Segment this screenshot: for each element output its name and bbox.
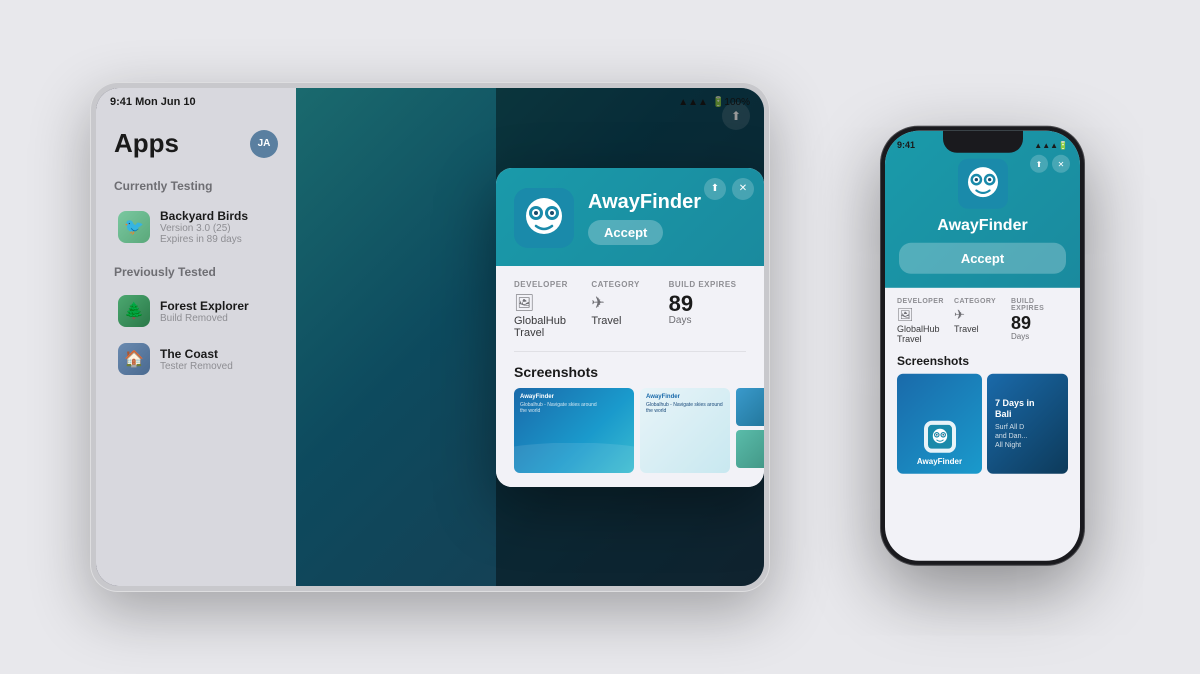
phone-device: 9:41 ▲▲▲🔋 ⬆ ✕ [880,126,1085,566]
modal-category-item: CATEGORY ✈ Travel [591,280,668,339]
phone-accept-button[interactable]: Accept [899,243,1066,274]
modal-category-icon: ✈ [591,293,668,313]
coast-status: Tester Removed [160,361,274,372]
phone-developer-value: GlobalHub Travel [897,324,954,344]
phone-ss-logo [924,421,956,453]
modal-header-actions: ⬆ ✕ [704,178,754,200]
phone-ss-2-sub: Surf All D and Dan... All Night [995,422,1060,449]
forest-explorer-name: Forest Explorer [160,299,274,313]
backyard-birds-expires: Expires in 89 days [160,234,274,245]
backyard-birds-info: Backyard Birds Version 3.0 (25) Expires … [160,209,274,245]
tablet-screen: Apps JA Currently Testing 🐦 Backyard Bir… [96,88,764,586]
modal-overlay: ⬆ ✕ [496,88,764,586]
phone-share-button[interactable]: ⬆ [1030,155,1048,173]
backyard-birds-icon: 🐦 [118,211,150,243]
screenshot-thumb-2: AwayFinder Globalhub - Navigate skies ar… [640,388,730,473]
forest-explorer-icon: 🌲 [118,295,150,327]
modal-share-button[interactable]: ⬆ [704,178,726,200]
screenshot-mini-2 [736,430,764,468]
app-detail-modal: ⬆ ✕ [496,168,764,487]
phone-build-days-unit: Days [1011,332,1068,341]
phone-screen: 9:41 ▲▲▲🔋 ⬆ ✕ [885,131,1080,561]
modal-build-expires-item: BUILD EXPIRES 89 Days [669,280,746,339]
modal-build-expires-label: BUILD EXPIRES [669,280,746,289]
phone-modal-actions: ⬆ ✕ [1030,155,1070,173]
phone-developer-item: DEVELOPER 🖼 GlobalHub Travel [897,298,954,344]
phone-category-label: CATEGORY [954,298,1011,305]
tablet-status-time: 9:41 Mon Jun 10 [110,96,196,108]
phone-build-days: 89 [1011,314,1068,332]
phone-developer-icon: 🖼 [897,307,954,323]
modal-developer-value: GlobalHub Travel [514,315,591,339]
modal-app-icon [514,188,574,248]
phone-app-name: AwayFinder [899,217,1066,235]
phone-screenshots-title: Screenshots [897,354,1068,368]
modal-category-label: CATEGORY [591,280,668,289]
backyard-birds-name: Backyard Birds [160,209,274,223]
modal-meta-row: DEVELOPER 🖼 GlobalHub Travel CATEGORY ✈ … [514,280,746,352]
modal-screenshots-row: AwayFinder Globalhub - Navigate skies ar… [514,388,746,473]
tablet-device: Apps JA Currently Testing 🐦 Backyard Bir… [90,82,770,592]
previously-tested-label: Previously Tested [114,265,278,279]
sidebar-item-backyard-birds[interactable]: 🐦 Backyard Birds Version 3.0 (25) Expire… [114,203,278,251]
modal-accept-button[interactable]: Accept [588,220,663,245]
tablet-background: Apps JA Currently Testing 🐦 Backyard Bir… [96,88,764,586]
tablet-main-area: ⬆ BUILD EXPIRES 89 Days ⬆ [296,88,764,586]
phone-app-icon [958,159,1008,209]
phone-build-expires-item: BUILD EXPIRES 89 Days [1011,298,1068,344]
screenshot-mini-1 [736,388,764,426]
phone-screenshot-2: 7 Days in Bali Surf All D and Dan... All… [987,374,1068,474]
forest-explorer-info: Forest Explorer Build Removed [160,299,274,324]
backyard-birds-version: Version 3.0 (25) [160,223,274,234]
phone-notch [943,131,1023,153]
screenshot-thumb-1: AwayFinder Globalhub - Navigate skies ar… [514,388,634,473]
phone-screenshots-row: AwayFinder 7 Days in Bali Surf All D and… [897,374,1068,474]
modal-category-value: Travel [591,315,668,327]
phone-status-icons: ▲▲▲🔋 [1034,140,1068,149]
modal-developer-item: DEVELOPER 🖼 GlobalHub Travel [514,280,591,339]
currently-testing-label: Currently Testing [114,179,278,193]
modal-developer-label: DEVELOPER [514,280,591,289]
phone-body: DEVELOPER 🖼 GlobalHub Travel CATEGORY ✈ … [885,288,1080,484]
phone-ss-1-brand: AwayFinder [917,457,962,466]
modal-developer-icon: 🖼 [514,293,591,313]
modal-build-days: 89 [669,293,746,315]
phone-screenshot-1: AwayFinder [897,374,982,474]
phone-ss-2-line1: 7 Days in Bali [995,398,1060,420]
sidebar-avatar[interactable]: JA [250,130,278,158]
sidebar-title: Apps [114,128,179,159]
phone-category-value: Travel [954,324,1011,334]
screenshot-grid-right [736,388,764,473]
modal-body: DEVELOPER 🖼 GlobalHub Travel CATEGORY ✈ … [496,266,764,487]
sidebar-item-forest-explorer[interactable]: 🌲 Forest Explorer Build Removed [114,289,278,333]
modal-header: ⬆ ✕ [496,168,764,266]
phone-close-button[interactable]: ✕ [1052,155,1070,173]
phone-category-item: CATEGORY ✈ Travel [954,298,1011,344]
sidebar-header: Apps JA [114,128,278,159]
coast-info: The Coast Tester Removed [160,347,274,372]
sidebar-item-coast[interactable]: 🏠 The Coast Tester Removed [114,337,278,381]
phone-meta-row: DEVELOPER 🖼 GlobalHub Travel CATEGORY ✈ … [897,298,1068,344]
modal-screenshots-title: Screenshots [514,364,746,380]
phone-status-time: 9:41 [897,140,915,150]
coast-name: The Coast [160,347,274,361]
coast-icon: 🏠 [118,343,150,375]
modal-close-button[interactable]: ✕ [732,178,754,200]
modal-build-days-unit: Days [669,315,746,326]
phone-category-icon: ✈ [954,307,1011,323]
phone-build-expires-label: BUILD EXPIRES [1011,298,1068,312]
phone-developer-label: DEVELOPER [897,298,954,305]
forest-explorer-status: Build Removed [160,313,274,324]
phone-modal-header: ⬆ ✕ AwayFinder [885,131,1080,288]
tablet-sidebar: Apps JA Currently Testing 🐦 Backyard Bir… [96,88,296,586]
